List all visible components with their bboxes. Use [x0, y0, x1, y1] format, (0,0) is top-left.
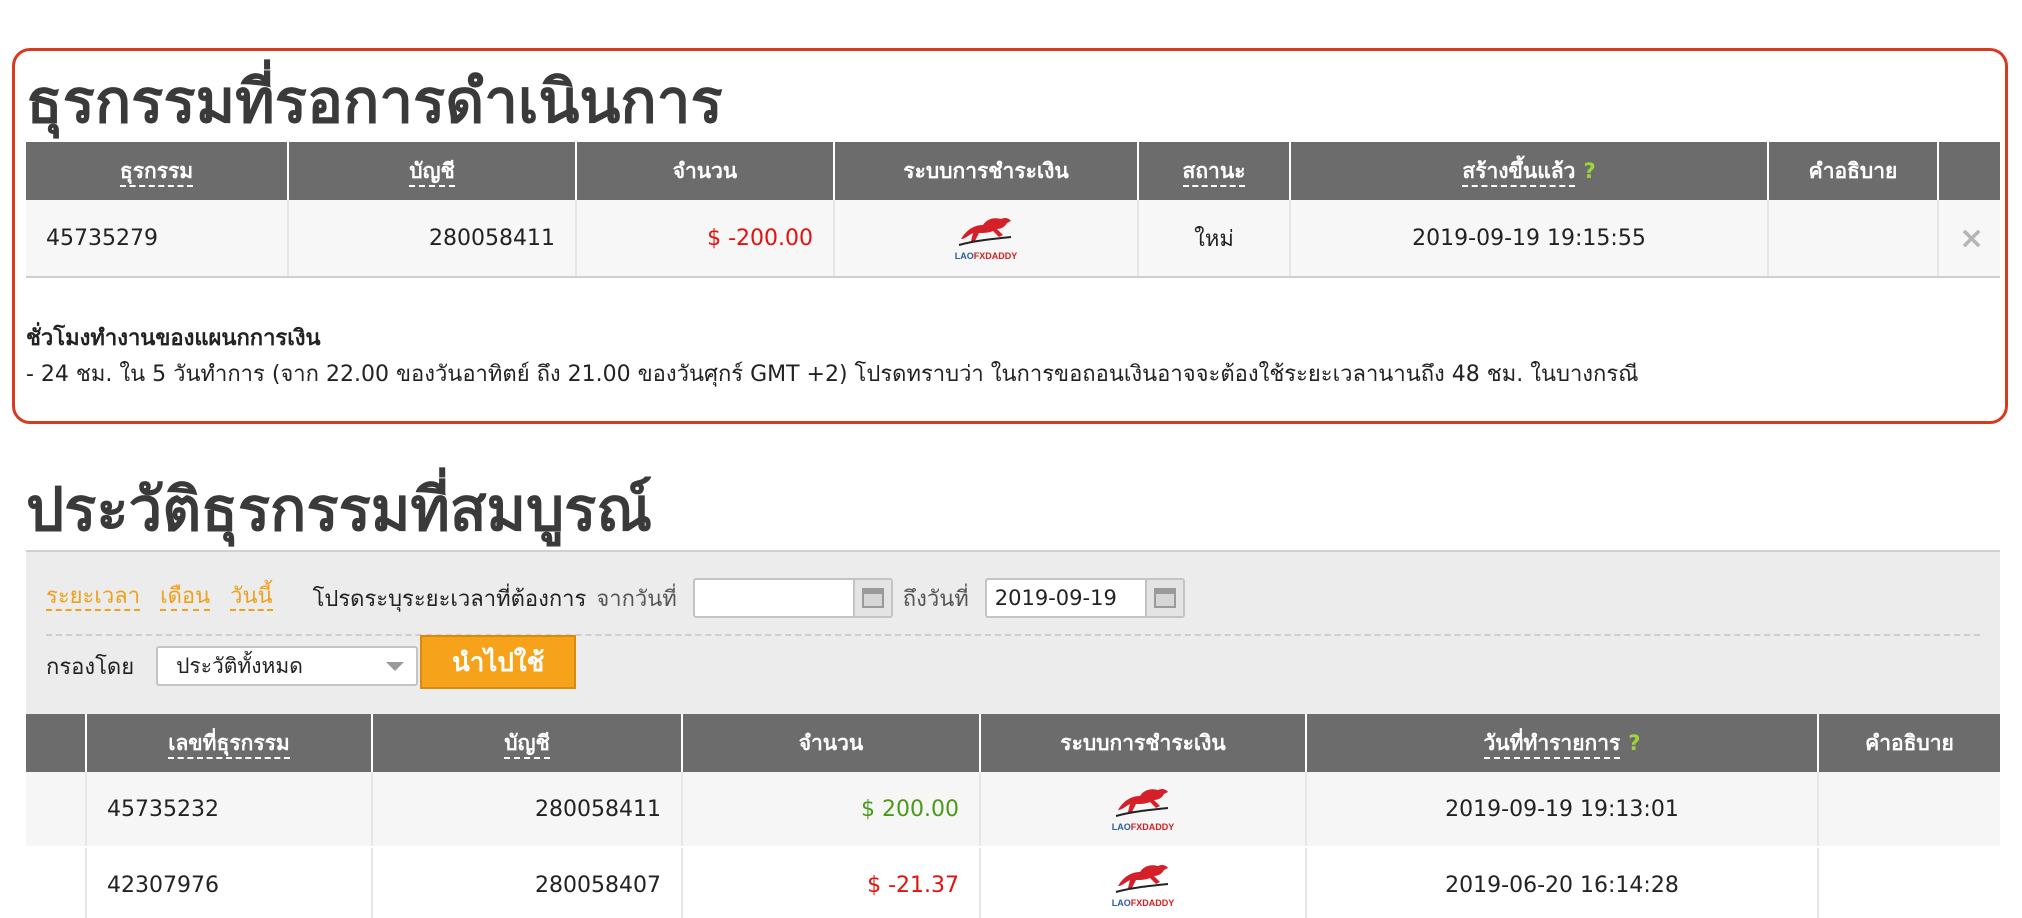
table-row: 45735232 280058411 $ 200.00 LAOFXDADDY 2… [26, 772, 2000, 848]
col-transaction-no[interactable]: เลขที่ธุรกรรม [86, 714, 373, 772]
filter-divider [46, 634, 1980, 636]
apply-button[interactable]: นำไปใช้ [420, 635, 577, 689]
laofxdaddy-logo-icon: LAOFXDADDY [1108, 862, 1178, 908]
col-account[interactable]: บัญชี [288, 142, 577, 200]
payment-system-cell: LAOFXDADDY [980, 847, 1307, 918]
working-hours-text: - 24 ชม. ใน 5 วันทำการ (จาก 22.00 ของวัน… [26, 362, 1639, 387]
payment-history-page: ธุรกรรมที่รอการดำเนินการ ธุรกรรม บัญชี จ… [0, 0, 2022, 918]
transaction-id: 45735279 [26, 200, 289, 278]
col-description: คำอธิบาย [1768, 142, 1939, 200]
col-amount: จำนวน [682, 714, 981, 772]
description-cell [1818, 772, 2000, 848]
col-created[interactable]: สร้างขึ้นแล้ว? [1290, 142, 1769, 200]
today-link[interactable]: วันนี้ [230, 584, 273, 612]
period-link[interactable]: ระยะเวลา [46, 584, 141, 612]
payment-system-cell: LAOFXDADDY [980, 772, 1307, 848]
table-row: 45735279 280058411 $ -200.00 LAOFXDADDY … [26, 200, 2000, 278]
to-calendar-button[interactable] [1144, 580, 1183, 616]
col-actions [1938, 142, 2000, 200]
col-payment-system: ระบบการชำระเงิน [834, 142, 1139, 200]
history-section-title: ประวัติธุรกรรมที่สมบูรณ์ [26, 475, 653, 545]
payment-system-cell: LAOFXDADDY [834, 200, 1139, 278]
to-date-label: ถึงวันที่ [902, 586, 969, 612]
transaction-id: 42307976 [86, 847, 373, 918]
help-icon[interactable]: ? [1628, 731, 1640, 755]
filter-type-select[interactable]: ประวัติทั้งหมด [156, 646, 419, 686]
calendar-icon [861, 588, 884, 608]
transaction-id: 45735232 [86, 772, 373, 848]
from-calendar-button[interactable] [852, 580, 891, 616]
cancel-cell: × [1938, 200, 2000, 278]
chevron-down-icon [386, 662, 405, 671]
month-link[interactable]: เดือน [160, 584, 211, 612]
status-badge: ใหม่ [1138, 200, 1291, 278]
col-status[interactable]: สถานะ [1138, 142, 1291, 200]
col-payment-system: ระบบการชำระเงิน [980, 714, 1307, 772]
amount-value: $ -200.00 [576, 200, 835, 278]
from-date-label: จากวันที่ [596, 586, 677, 612]
account-number: 280058411 [288, 200, 577, 278]
from-date-field[interactable] [692, 578, 893, 618]
transaction-date: 2019-09-19 19:13:01 [1306, 772, 1819, 848]
pending-transactions-table: ธุรกรรม บัญชี จำนวน ระบบการชำระเงิน สถาน… [26, 142, 2000, 278]
created-date: 2019-09-19 19:15:55 [1290, 200, 1769, 278]
table-row: 42307976 280058407 $ -21.37 LAOFXDADDY 2… [26, 847, 2000, 918]
calendar-icon [1153, 588, 1176, 608]
laofxdaddy-logo-icon: LAOFXDADDY [951, 215, 1021, 261]
pending-section-title: ธุรกรรมที่รอการดำเนินการ [26, 67, 723, 137]
col-account[interactable]: บัญชี [372, 714, 683, 772]
account-number: 280058407 [372, 847, 683, 918]
col-select [26, 714, 87, 772]
description-cell [1818, 847, 2000, 918]
date-range-row: ระยะเวลา เดือน วันนี้ โปรดระบุระยะเวลาที… [46, 576, 1185, 620]
from-date-input[interactable] [694, 585, 855, 611]
col-description: คำอธิบาย [1818, 714, 2000, 772]
to-date-field[interactable] [984, 578, 1185, 618]
amount-value: $ 200.00 [682, 772, 981, 848]
table-header-row: เลขที่ธุรกรรม บัญชี จำนวน ระบบการชำระเงิ… [26, 714, 2000, 772]
description-cell [1768, 200, 1939, 278]
col-amount: จำนวน [576, 142, 835, 200]
amount-value: $ -21.37 [682, 847, 981, 918]
table-header-row: ธุรกรรม บัญชี จำนวน ระบบการชำระเงิน สถาน… [26, 142, 2000, 200]
account-number: 280058411 [372, 772, 683, 848]
specify-period-label: โปรดระบุระยะเวลาที่ต้องการ [312, 586, 587, 612]
laofxdaddy-logo-icon: LAOFXDADDY [1108, 786, 1178, 832]
row-select-cell [26, 772, 87, 848]
row-select-cell [26, 847, 87, 918]
close-icon[interactable]: × [1959, 221, 1984, 256]
col-transaction-date[interactable]: วันที่ทำรายการ? [1306, 714, 1819, 772]
to-date-input[interactable] [986, 585, 1147, 611]
working-hours-title: ชั่วโมงทำงานของแผนกการเงิน [26, 326, 321, 351]
transaction-date: 2019-06-20 16:14:28 [1306, 847, 1819, 918]
help-icon[interactable]: ? [1583, 159, 1595, 183]
history-filter-panel: ระยะเวลา เดือน วันนี้ โปรดระบุระยะเวลาที… [26, 550, 2000, 714]
filter-selected-value: ประวัติทั้งหมด [176, 653, 303, 678]
history-transactions-table: เลขที่ธุรกรรม บัญชี จำนวน ระบบการชำระเงิ… [26, 714, 2000, 918]
filter-type-row: กรองโดย ประวัติทั้งหมด นำไปใช้ [46, 635, 577, 694]
col-transaction[interactable]: ธุรกรรม [26, 142, 289, 200]
filter-by-label: กรองโดย [46, 654, 135, 680]
